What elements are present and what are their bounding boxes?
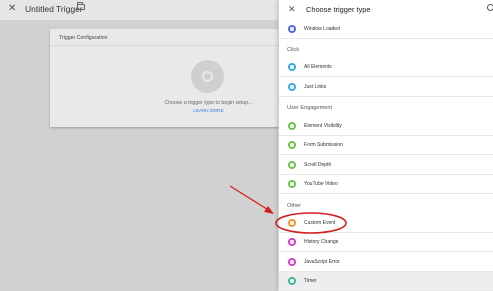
trigger-configuration-card[interactable]: Trigger Configuration Choose a trigger t… [50,29,280,127]
trigger-editor-header: ✕ Untitled Trigger [0,0,278,20]
trigger-type-element-visibility[interactable]: Element Visibility [279,117,493,136]
placeholder-ring [202,71,213,82]
section-user-engagement: User Engagement [287,105,333,111]
section-click: Click [287,47,300,53]
close-icon[interactable]: ✕ [8,3,16,15]
trigger-type-label: All Elements [304,64,332,70]
choose-trigger-panel: ✕ Choose trigger type Window Loaded Clic… [279,0,493,291]
learn-more-link[interactable]: LEARN MORE [50,108,280,113]
scroll-depth-icon [288,161,296,169]
window-loaded-icon [288,25,296,33]
search-icon[interactable] [487,4,493,11]
trigger-type-label: Form Submission [304,142,343,148]
card-divider [50,45,280,46]
javascript-error-icon [288,258,296,266]
all-elements-icon [288,63,296,71]
trigger-type-label: History Change [304,239,339,245]
trigger-type-label: Timer [304,278,317,284]
trigger-type-youtube-video[interactable]: YouTube Video [279,175,493,194]
trigger-type-label: Custom Event [304,220,336,226]
trigger-type-label: YouTube Video [304,181,338,187]
form-submission-icon [288,141,296,149]
trigger-type-scroll-depth[interactable]: Scroll Depth [279,156,493,175]
trigger-type-form-submission[interactable]: Form Submission [279,136,493,155]
timer-icon [288,277,296,285]
trigger-name-title[interactable]: Untitled Trigger [25,4,83,14]
trigger-type-javascript-error[interactable]: JavaScript Error [279,253,493,272]
element-visibility-icon [288,122,296,130]
trigger-type-label: Element Visibility [304,123,342,129]
history-change-icon [288,238,296,246]
panel-header: ✕ Choose trigger type [279,0,493,20]
trigger-type-label: Window Loaded [304,26,340,32]
folder-icon[interactable] [77,2,85,10]
just-links-icon [288,83,296,91]
trigger-type-window-loaded[interactable]: Window Loaded [279,20,493,39]
trigger-type-label: Just Links [304,84,327,90]
trigger-type-label: Scroll Depth [304,162,332,168]
section-other: Other [287,203,301,209]
custom-event-icon [288,219,296,227]
trigger-type-timer[interactable]: Timer [279,272,493,291]
trigger-type-just-links[interactable]: Just Links [279,78,493,97]
trigger-type-label: JavaScript Error [304,259,340,265]
trigger-type-custom-event[interactable]: Custom Event [279,214,493,233]
trigger-type-all-elements[interactable]: All Elements [279,58,493,77]
card-title: Trigger Configuration [59,35,108,41]
panel-title: Choose trigger type [306,5,371,14]
close-icon[interactable]: ✕ [288,4,296,14]
trigger-placeholder-icon[interactable] [191,60,224,93]
youtube-video-icon [288,180,296,188]
card-prompt-text: Choose a trigger type to begin setup... [164,100,253,106]
trigger-type-history-change[interactable]: History Change [279,233,493,252]
